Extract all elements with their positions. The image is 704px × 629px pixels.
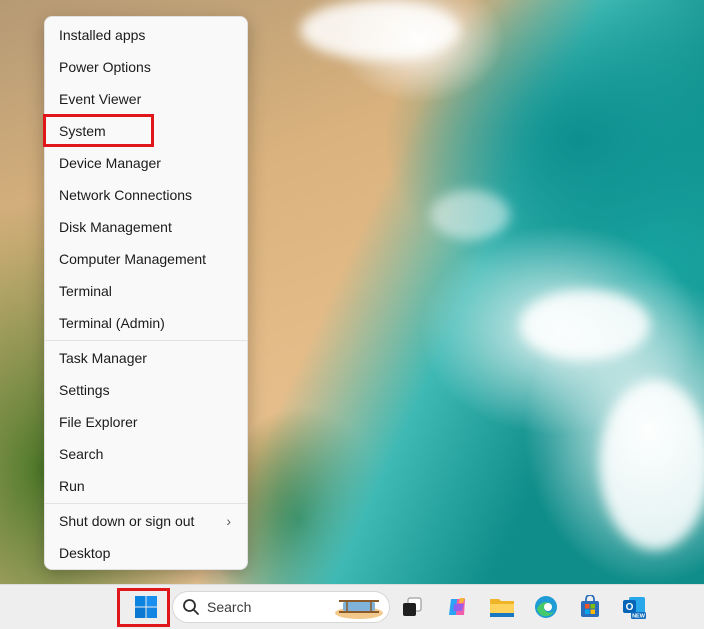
wave-foam	[300, 0, 460, 60]
outlook-button[interactable]: O NEW	[620, 593, 648, 621]
new-badge: NEW	[632, 614, 646, 620]
menu-item-label: Shut down or sign out	[59, 513, 195, 529]
menu-separator	[45, 503, 247, 504]
menu-group-power: Shut down or sign out › Desktop	[45, 505, 247, 569]
menu-item-network-connections[interactable]: Network Connections	[45, 179, 247, 211]
wave-foam	[520, 290, 650, 360]
menu-item-file-explorer[interactable]: File Explorer	[45, 406, 247, 438]
file-explorer-icon	[490, 599, 514, 617]
windows-start-icon	[135, 596, 157, 618]
svg-text:O: O	[626, 602, 634, 613]
store-icon	[581, 595, 599, 617]
file-explorer-button[interactable]	[488, 593, 516, 621]
search-placeholder: Search	[207, 599, 252, 615]
edge-browser-button[interactable]	[532, 593, 560, 621]
menu-item-run[interactable]: Run	[45, 470, 247, 502]
menu-item-terminal[interactable]: Terminal	[45, 275, 247, 307]
menu-item-device-manager[interactable]: Device Manager	[45, 147, 247, 179]
menu-item-settings[interactable]: Settings	[45, 374, 247, 406]
wave-foam	[430, 190, 510, 240]
copilot-icon	[449, 598, 465, 615]
menu-item-disk-management[interactable]: Disk Management	[45, 211, 247, 243]
menu-group-apps: Task Manager Settings File Explorer Sear…	[45, 342, 247, 502]
menu-separator	[45, 340, 247, 341]
taskbar-search-box[interactable]: Search	[172, 591, 390, 623]
menu-item-installed-apps[interactable]: Installed apps	[45, 19, 247, 51]
menu-item-desktop[interactable]: Desktop	[45, 537, 247, 569]
winx-context-menu: Installed apps Power Options Event Viewe…	[44, 16, 248, 570]
task-view-button[interactable]	[398, 593, 426, 621]
menu-item-terminal-admin[interactable]: Terminal (Admin)	[45, 307, 247, 339]
menu-item-computer-management[interactable]: Computer Management	[45, 243, 247, 275]
taskbar: Search O NEW	[0, 584, 704, 629]
microsoft-store-button[interactable]	[576, 593, 604, 621]
menu-item-shut-down-or-sign-out[interactable]: Shut down or sign out ›	[45, 505, 247, 537]
menu-item-system[interactable]: System	[45, 115, 247, 147]
start-button[interactable]	[132, 593, 160, 621]
menu-item-search[interactable]: Search	[45, 438, 247, 470]
edge-icon	[535, 596, 557, 618]
wave-foam	[600, 380, 704, 550]
chevron-right-icon: ›	[226, 513, 231, 529]
menu-item-power-options[interactable]: Power Options	[45, 51, 247, 83]
task-view-icon	[403, 597, 422, 616]
copilot-button[interactable]	[444, 593, 472, 621]
menu-group-system-tools: Installed apps Power Options Event Viewe…	[45, 19, 247, 339]
menu-item-task-manager[interactable]: Task Manager	[45, 342, 247, 374]
outlook-icon: O NEW	[623, 597, 646, 620]
menu-item-event-viewer[interactable]: Event Viewer	[45, 83, 247, 115]
search-icon	[183, 599, 199, 615]
search-highlight-illustration-icon	[335, 600, 383, 619]
